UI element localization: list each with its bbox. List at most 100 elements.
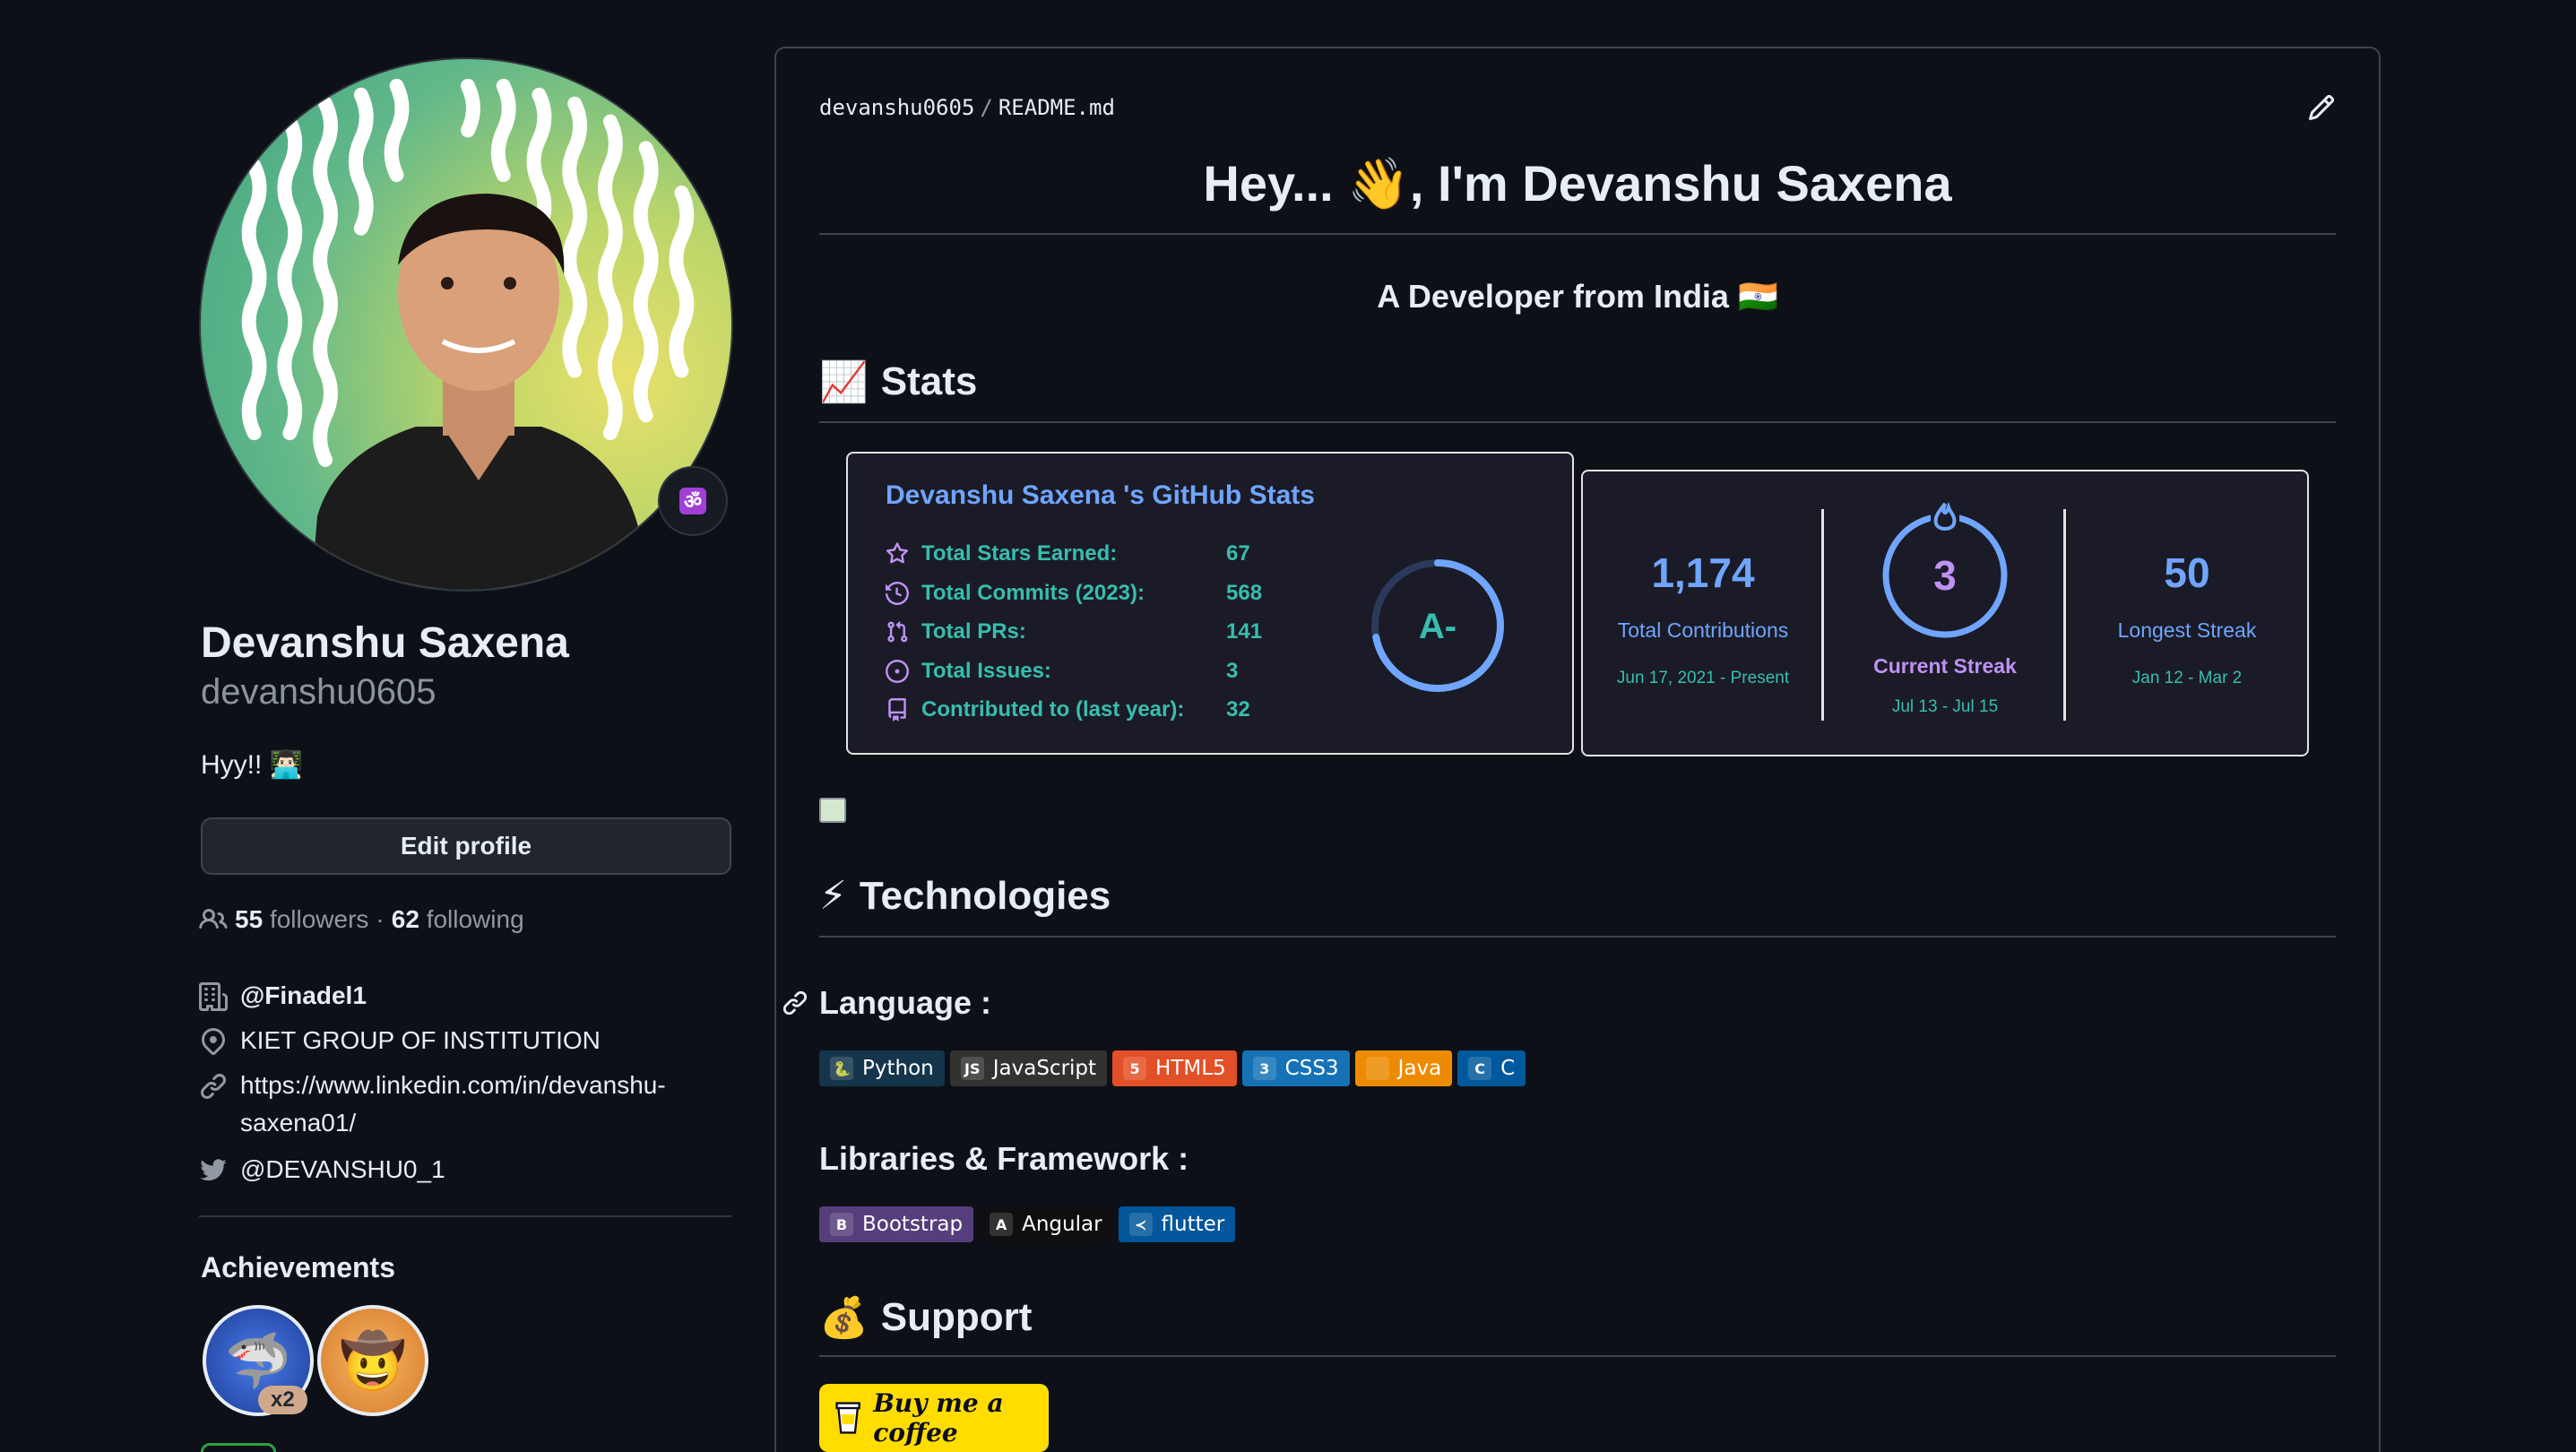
profile-username: devanshu0605: [201, 672, 437, 712]
people-icon: [199, 908, 228, 929]
badge-label: CSS3: [1284, 1057, 1339, 1080]
stats-heading: 📈 Stats: [819, 359, 978, 404]
organization-row: @Finadel1: [199, 977, 737, 1015]
following-link[interactable]: 62 following: [392, 905, 524, 934]
readme-owner-link[interactable]: devanshu0605: [819, 95, 974, 120]
libraries-heading: Libraries & Framework :: [819, 1140, 1189, 1177]
streak-divider-1: [1821, 509, 1824, 721]
badge-label: Angular: [1022, 1213, 1102, 1236]
github-stat-row: Total Issues:: [886, 659, 1051, 684]
github-stat-value: 67: [1226, 541, 1250, 566]
avatar[interactable]: [199, 57, 733, 592]
achievement-highlight-badge: [201, 1443, 276, 1452]
library-badges: B Bootstrap A Angular ≺ flutter: [819, 1206, 1236, 1242]
language-heading: Language :: [819, 984, 992, 1021]
badge-java[interactable]: Java: [1354, 1050, 1453, 1086]
github-stat-row: Total Stars Earned:: [886, 541, 1117, 566]
history-icon: [886, 582, 909, 605]
achievement-yolo-badge[interactable]: 🤠: [317, 1305, 428, 1416]
badge-bootstrap[interactable]: B Bootstrap: [819, 1206, 974, 1242]
location-icon: [201, 1027, 226, 1056]
badge-label: Bootstrap: [862, 1213, 964, 1236]
language-badges: 🐍 Python JS JavaScript 5 HTML5 3 CSS3 Java C C: [819, 1050, 1526, 1086]
followers-link[interactable]: 55 followers: [235, 905, 368, 934]
python-icon: 🐍: [830, 1057, 853, 1080]
organization-icon: [199, 982, 228, 1011]
badge-label: C: [1500, 1057, 1516, 1080]
c-icon: C: [1468, 1057, 1492, 1080]
status-emoji-button[interactable]: ॐ: [658, 466, 728, 536]
github-stat-label: Total PRs:: [921, 619, 1026, 644]
profile-full-name: Devanshu Saxena: [201, 619, 569, 667]
support-divider: [819, 1355, 2336, 1357]
flutter-icon: ≺: [1128, 1213, 1153, 1236]
rank-ring: A-: [1371, 559, 1504, 692]
badge-html5[interactable]: 5 HTML5: [1112, 1050, 1237, 1086]
star-icon: [886, 542, 909, 564]
edit-profile-button[interactable]: Edit profile: [201, 817, 731, 875]
github-stat-label: Total Stars Earned:: [921, 541, 1118, 566]
follow-stats: 55 followers · 62 following: [199, 905, 524, 934]
organization-link[interactable]: @Finadel1: [240, 977, 367, 1015]
readme-file-link[interactable]: README.md: [998, 95, 1115, 120]
badge-flutter[interactable]: ≺ flutter: [1118, 1206, 1236, 1242]
github-stat-value: 3: [1226, 659, 1239, 683]
twitter-row: @DEVANSHU0_1: [199, 1151, 737, 1188]
support-heading: 💰 Support: [819, 1295, 1033, 1340]
website-link[interactable]: https://www.linkedin.com/in/devanshu-sax…: [240, 1067, 666, 1142]
badge-label: JavaScript: [992, 1057, 1097, 1080]
streak-divider-2: [2063, 509, 2066, 721]
stats-divider: [819, 421, 2336, 423]
badge-javascript[interactable]: JS JavaScript: [949, 1050, 1108, 1086]
website-row: https://www.linkedin.com/in/devanshu-sax…: [199, 1067, 737, 1142]
github-stat-row: Total Commits (2023):: [886, 581, 1145, 606]
anchor-link-icon[interactable]: [782, 990, 808, 1021]
edit-readme-button[interactable]: [2307, 93, 2336, 126]
current-streak-label: Current Streak: [1873, 654, 2017, 678]
longest-streak-label: Longest Streak: [2117, 618, 2257, 642]
github-stats-title: Devanshu Saxena 's GitHub Stats: [886, 480, 1315, 510]
technologies-divider: [819, 936, 2336, 938]
issue-icon: [886, 660, 909, 683]
broken-image: [819, 798, 846, 823]
html5-icon: 5: [1123, 1057, 1147, 1080]
technologies-heading: ⚡ Technologies: [819, 873, 1111, 919]
badge-c[interactable]: CC: [1457, 1050, 1526, 1086]
github-stat-row: Contributed to (last year):: [886, 697, 1184, 722]
github-stat-value: 141: [1226, 619, 1263, 644]
badge-css3[interactable]: 3 CSS3: [1241, 1050, 1350, 1086]
current-streak-range: Jul 13 - Jul 15: [1891, 697, 1999, 716]
total-contributions-range: Jun 17, 2021 - Present: [1616, 669, 1790, 687]
badge-python[interactable]: 🐍 Python: [819, 1050, 945, 1086]
pull-request-icon: [887, 620, 908, 643]
location-text: KIET GROUP OF INSTITUTION: [240, 1026, 601, 1054]
github-stat-label: Contributed to (last year):: [921, 697, 1185, 722]
coffee-label: Buy me a coffee: [873, 1388, 1004, 1448]
readme-heading: Hey... 👋, I'm Devanshu Saxena: [1203, 155, 1952, 212]
total-contributions-value: 1,174: [1651, 549, 1755, 596]
current-streak-value: 3: [1933, 552, 1957, 599]
heading-divider: [819, 233, 2336, 235]
github-stat-value: 568: [1226, 581, 1263, 605]
achievements-title[interactable]: Achievements: [201, 1251, 395, 1284]
longest-streak-range: Jan 12 - Mar 2: [2131, 669, 2243, 687]
angular-icon: A: [990, 1213, 1014, 1236]
twitter-icon: [200, 1159, 227, 1181]
achievement-multiplier-badge: x2: [258, 1386, 307, 1414]
rank-label: A-: [1419, 607, 1457, 646]
profile-photo: [311, 194, 646, 590]
buy-me-a-coffee-button[interactable]: Buy me a coffee: [819, 1384, 1049, 1452]
lightning-emoji-icon: ⚡: [819, 874, 847, 918]
badge-angular[interactable]: A Angular: [979, 1206, 1113, 1242]
longest-streak-value: 50: [2164, 549, 2210, 596]
badge-label: flutter: [1161, 1213, 1225, 1236]
money-bag-emoji-icon: 💰: [819, 1296, 869, 1340]
readme-breadcrumb: devanshu0605/README.md: [819, 95, 1115, 120]
badge-label: Java: [1397, 1057, 1442, 1080]
github-stat-row: Total PRs:: [886, 619, 1026, 644]
github-stat-label: Total Commits (2023):: [921, 581, 1145, 605]
om-icon: ॐ: [679, 488, 706, 514]
repo-icon: [888, 698, 906, 722]
github-stat-label: Total Issues:: [921, 659, 1051, 683]
twitter-link[interactable]: @DEVANSHU0_1: [240, 1151, 445, 1188]
